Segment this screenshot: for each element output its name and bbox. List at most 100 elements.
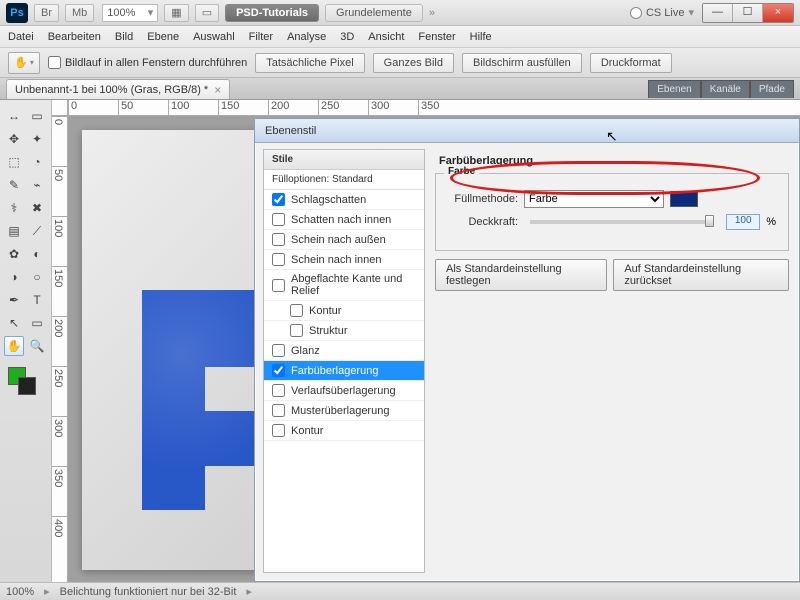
style-label: Glanz [291, 345, 320, 357]
dialog-titlebar[interactable]: Ebenenstil [255, 119, 799, 143]
style-item-7[interactable]: Glanz [264, 341, 424, 361]
path-tool[interactable]: ↖ [4, 313, 24, 333]
style-item-6[interactable]: Struktur [264, 321, 424, 341]
reset-default-button[interactable]: Auf Standardeinstellung zurückset [613, 259, 789, 291]
style-checkbox[interactable] [272, 344, 285, 357]
status-zoom[interactable]: 100% [6, 586, 34, 598]
style-item-8[interactable]: Farbüberlagerung [264, 361, 424, 381]
menu-analyse[interactable]: Analyse [287, 31, 326, 43]
marquee-tool[interactable]: ▭ [27, 106, 47, 126]
chevron-right-icon[interactable]: ▸ [246, 585, 252, 598]
close-tab-icon[interactable]: × [214, 83, 221, 97]
brush-tool[interactable]: ✎ [4, 175, 24, 195]
workspace-inactive[interactable]: Grundelemente [325, 4, 423, 22]
opacity-value[interactable]: 100 [726, 214, 760, 230]
menu-3d[interactable]: 3D [340, 31, 354, 43]
style-checkbox[interactable] [272, 404, 285, 417]
sponge-tool[interactable]: ◑ [4, 267, 24, 287]
maximize-button[interactable]: ☐ [733, 4, 763, 22]
burn-tool[interactable]: ◐ [27, 244, 47, 264]
menu-bild[interactable]: Bild [115, 31, 133, 43]
style-item-4[interactable]: Abgeflachte Kante und Relief [264, 270, 424, 301]
wand-tool[interactable]: ✦ [27, 129, 47, 149]
fit-screen-button[interactable]: Ganzes Bild [373, 53, 454, 73]
move-tool[interactable]: ↔ [4, 106, 24, 126]
style-item-10[interactable]: Musterüberlagerung [264, 401, 424, 421]
panel-tab-ebenen[interactable]: Ebenen [648, 80, 700, 98]
zoom-tool[interactable]: 🔍 [27, 336, 47, 356]
fill-options[interactable]: Fülloptionen: Standard [264, 170, 424, 190]
style-checkbox[interactable] [272, 193, 285, 206]
style-item-3[interactable]: Schein nach innen [264, 250, 424, 270]
fill-screen-button[interactable]: Bildschirm ausfüllen [462, 53, 582, 73]
styles-header[interactable]: Stile [264, 150, 424, 170]
healing-tool[interactable]: ⌁ [27, 175, 47, 195]
crop-tool[interactable]: ⬚ [4, 152, 24, 172]
background-color[interactable] [18, 377, 36, 395]
panel-tab-pfade[interactable]: Pfade [750, 80, 794, 98]
menu-fenster[interactable]: Fenster [418, 31, 455, 43]
clone-tool[interactable]: ⚕ [4, 198, 24, 218]
opacity-slider[interactable] [530, 220, 714, 224]
ruler-tick: 350 [418, 100, 468, 115]
ruler-tick: 150 [218, 100, 268, 115]
eyedropper-tool[interactable]: ◔ [27, 152, 47, 172]
cs-live-button[interactable]: CS Live▾ [630, 6, 694, 19]
shape-tool[interactable]: ○ [27, 267, 47, 287]
style-item-9[interactable]: Verlaufsüberlagerung [264, 381, 424, 401]
menu-ansicht[interactable]: Ansicht [368, 31, 404, 43]
panel-tab-kanaele[interactable]: Kanäle [701, 80, 750, 98]
make-default-button[interactable]: Als Standardeinstellung festlegen [435, 259, 607, 291]
zoom-level[interactable]: 100%▾ [102, 4, 158, 22]
arrange-docs-button[interactable]: ▦ [164, 4, 188, 22]
minimize-button[interactable]: — [703, 4, 733, 22]
menu-datei[interactable]: Datei [8, 31, 34, 43]
document-tab[interactable]: Unbenannt-1 bei 100% (Gras, RGB/8) * × [6, 79, 230, 99]
current-tool-icon[interactable]: ✋▾ [8, 52, 40, 74]
style-checkbox[interactable] [290, 304, 303, 317]
gradient-tool[interactable]: ▤ [4, 221, 24, 241]
style-item-5[interactable]: Kontur [264, 301, 424, 321]
style-checkbox[interactable] [272, 364, 285, 377]
workspace-active[interactable]: PSD-Tutorials [225, 4, 319, 22]
style-checkbox[interactable] [290, 324, 303, 337]
eraser-tool[interactable]: ✖ [27, 198, 47, 218]
blendmode-select[interactable]: Farbe [524, 190, 664, 208]
style-item-11[interactable]: Kontur [264, 421, 424, 441]
style-item-0[interactable]: Schlagschatten [264, 190, 424, 210]
style-checkbox[interactable] [272, 213, 285, 226]
rect-tool[interactable]: ▭ [27, 313, 47, 333]
style-checkbox[interactable] [272, 424, 285, 437]
color-swatches[interactable] [4, 365, 47, 397]
menu-auswahl[interactable]: Auswahl [193, 31, 235, 43]
more-workspaces-icon[interactable]: » [429, 7, 435, 19]
lasso-tool[interactable]: ✥ [4, 129, 24, 149]
bridge-button[interactable]: Br [34, 4, 59, 22]
style-checkbox[interactable] [272, 279, 285, 292]
actual-pixels-button[interactable]: Tatsächliche Pixel [255, 53, 364, 73]
hand-tool[interactable]: ✋ [4, 336, 24, 356]
scroll-all-windows-check[interactable]: Bildlauf in allen Fenstern durchführen [48, 56, 247, 69]
style-item-1[interactable]: Schatten nach innen [264, 210, 424, 230]
dodge-tool[interactable]: ✿ [4, 244, 24, 264]
slider-knob[interactable] [705, 215, 714, 227]
style-checkbox[interactable] [272, 384, 285, 397]
chevron-right-icon[interactable]: ▸ [44, 585, 50, 598]
close-button[interactable]: × [763, 4, 793, 22]
menu-hilfe[interactable]: Hilfe [470, 31, 492, 43]
menu-bearbeiten[interactable]: Bearbeiten [48, 31, 101, 43]
minibridge-button[interactable]: Mb [65, 4, 94, 22]
ruler-tick: 100 [168, 100, 218, 115]
ruler-vertical: 050100150200250300350400 [52, 116, 68, 582]
print-size-button[interactable]: Druckformat [590, 53, 672, 73]
type-tool[interactable]: T [27, 290, 47, 310]
blur-tool[interactable]: ⟋ [27, 221, 47, 241]
menu-filter[interactable]: Filter [249, 31, 273, 43]
style-item-2[interactable]: Schein nach außen [264, 230, 424, 250]
menu-ebene[interactable]: Ebene [147, 31, 179, 43]
style-checkbox[interactable] [272, 233, 285, 246]
overlay-color-swatch[interactable] [670, 191, 698, 207]
style-checkbox[interactable] [272, 253, 285, 266]
screen-mode-button[interactable]: ▭ [195, 4, 219, 22]
pen-tool[interactable]: ✒ [4, 290, 24, 310]
